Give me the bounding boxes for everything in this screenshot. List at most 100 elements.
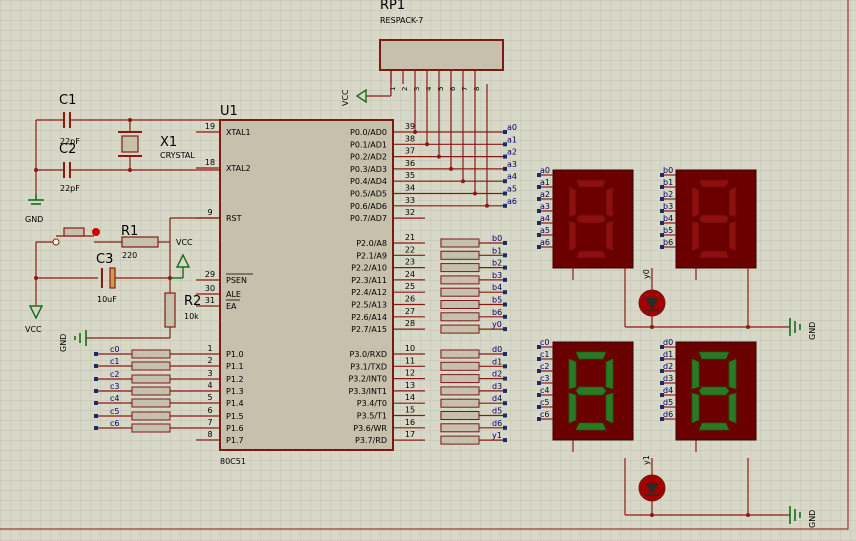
u1-pin-number: 3 xyxy=(207,369,212,378)
series-resistor xyxy=(440,411,480,420)
net-label: a0 xyxy=(507,123,517,132)
net-label: d1 xyxy=(492,357,502,366)
junction xyxy=(437,154,441,159)
net-terminal xyxy=(94,389,98,393)
rp1-pin-number: 7 xyxy=(461,87,469,91)
u1-pin-number: 29 xyxy=(205,270,215,279)
u1-pin-number: 8 xyxy=(207,430,212,439)
rp1-vcc-label: VCC xyxy=(341,89,350,106)
u1-pin-name: P2.4/A12 xyxy=(351,288,387,297)
display-segment xyxy=(691,392,700,424)
display-net-label: b1 xyxy=(663,178,673,187)
display-segment xyxy=(605,358,614,390)
display-segment xyxy=(691,358,700,390)
rp1-pin-number: 5 xyxy=(437,87,445,91)
u1-pin-name: P1.2 xyxy=(226,375,244,384)
display-segment xyxy=(568,358,577,390)
net-label: b6 xyxy=(492,308,502,317)
display-net-label: d5 xyxy=(663,398,673,407)
u1-ref: U1 xyxy=(220,104,238,119)
net-terminal xyxy=(503,413,507,418)
net-terminal xyxy=(503,302,507,307)
gnd-left-label: GND xyxy=(25,215,43,224)
u1-pin-number: 32 xyxy=(405,208,415,217)
display-net-label: a5 xyxy=(540,226,550,235)
junction xyxy=(461,179,465,184)
net-label: b3 xyxy=(492,271,502,280)
u1-pin-name: PSEN xyxy=(226,276,247,285)
u1-pin-number: 33 xyxy=(405,196,415,205)
r1-value: 220 xyxy=(122,251,137,260)
net-label: c1 xyxy=(110,357,120,366)
display-segment xyxy=(691,186,700,218)
rp1-pin-number: 4 xyxy=(425,86,433,91)
u1-pin-number: 39 xyxy=(405,122,415,131)
u1-pin-number: 38 xyxy=(405,134,415,143)
grid-background xyxy=(0,0,856,541)
r2-ref: R2 xyxy=(184,294,201,309)
u1-pin-name: P2.0/A8 xyxy=(356,239,387,248)
x1-ref: X1 xyxy=(160,135,177,150)
u1-pin-name: P3.5/T1 xyxy=(357,412,387,421)
u1-pin-number: 9 xyxy=(207,208,212,217)
display-segment xyxy=(568,220,577,252)
u1-pin-name: P1.4 xyxy=(226,399,244,408)
net-label: c5 xyxy=(110,407,120,416)
display-net-label: a6 xyxy=(540,238,550,247)
display-segment xyxy=(728,358,737,390)
u1-pin-number: 12 xyxy=(405,369,415,378)
net-label: d0 xyxy=(492,345,502,354)
u1-pin-number: 19 xyxy=(205,122,215,131)
u1-pin-number: 18 xyxy=(205,158,215,167)
rp1-pin-number: 6 xyxy=(449,86,457,91)
u1-pin-name: XTAL1 xyxy=(226,128,251,137)
series-resistor xyxy=(440,263,480,273)
u1-pin-name: ALE xyxy=(226,290,241,299)
u1-pin-number: 16 xyxy=(405,418,415,427)
display-net-label: d4 xyxy=(663,386,673,395)
display-net-label: c5 xyxy=(540,398,550,407)
c2-ref: C2 xyxy=(59,142,76,157)
u1-pin-number: 35 xyxy=(405,171,415,180)
led-y1-label: y1 xyxy=(642,455,651,465)
u1-pin-name: P1.1 xyxy=(226,362,244,371)
u1-pin-number: 5 xyxy=(207,393,212,402)
net-label: b0 xyxy=(492,234,502,243)
net-label: a4 xyxy=(507,172,517,181)
display-net-label: d0 xyxy=(663,338,673,347)
display-segment xyxy=(728,220,737,252)
series-resistor xyxy=(440,312,480,322)
net-terminal xyxy=(94,364,98,368)
display-segment xyxy=(698,386,730,396)
u1-pin-name: P3.0/RXD xyxy=(350,350,387,359)
u1-pin-number: 14 xyxy=(405,393,415,402)
rp1-ref: RP1 xyxy=(380,0,405,13)
display-net-label: a4 xyxy=(540,214,550,223)
vcc-left-label: VCC xyxy=(25,325,42,334)
u1-pin-name: P2.2/A10 xyxy=(351,264,387,273)
u1-pin-name: RST xyxy=(226,214,242,223)
rp1-body xyxy=(379,39,504,71)
u1-pin-name: P3.2/INT0 xyxy=(348,375,387,384)
u1-pin-number: 27 xyxy=(405,307,415,316)
display-segment xyxy=(728,392,737,424)
net-label: b1 xyxy=(492,246,502,255)
u1-pin-number: 36 xyxy=(405,159,415,168)
net-label: d3 xyxy=(492,382,502,391)
net-terminal xyxy=(503,425,507,430)
u1-pin-name: P2.3/A11 xyxy=(351,276,387,285)
display-net-label: a1 xyxy=(540,178,550,187)
u1-pin-name: P1.5 xyxy=(226,412,244,421)
u1-pin-number: 26 xyxy=(405,295,415,304)
u1-pin-number: 15 xyxy=(405,406,415,415)
u1-pin-name: P3.3/INT1 xyxy=(348,387,387,396)
display-segment xyxy=(575,351,607,360)
net-label: d2 xyxy=(492,370,502,379)
display-net-label: a0 xyxy=(540,166,550,175)
u1-microcontroller[interactable]: U1 80C51 19XTAL118XTAL29RST29PSEN30ALE31… xyxy=(196,104,425,466)
net-terminal xyxy=(503,438,507,443)
u1-pin-name: P0.1/AD1 xyxy=(350,140,387,149)
u1-pin-number: 13 xyxy=(405,381,415,390)
display-net-label: b4 xyxy=(663,214,673,223)
gnd-right-top-label: GND xyxy=(808,322,817,340)
